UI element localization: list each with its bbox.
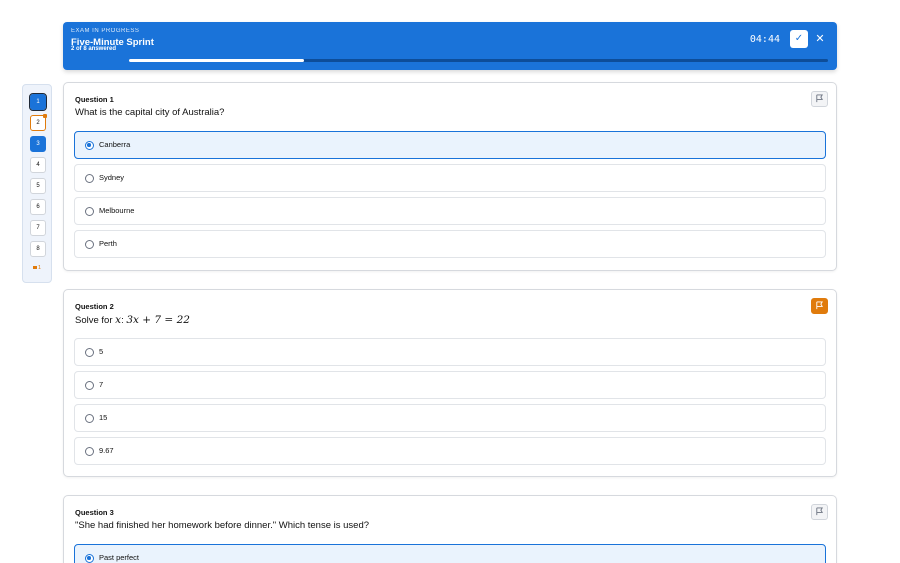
progress-bar-fill xyxy=(129,59,304,62)
answer-option[interactable]: Melbourne xyxy=(74,197,826,225)
answer-option[interactable]: 15 xyxy=(74,404,826,432)
flag-icon xyxy=(33,266,37,270)
question-number: Question 1 xyxy=(75,95,114,104)
nav-question-4[interactable]: 4 xyxy=(30,157,46,173)
check-icon: ✓ xyxy=(794,33,804,44)
question-number: Question 2 xyxy=(75,302,114,311)
nav-question-label: 2 xyxy=(36,120,40,126)
nav-question-label: 7 xyxy=(36,225,40,231)
answer-option[interactable]: Past perfect xyxy=(74,544,826,563)
nav-question-2[interactable]: 2 xyxy=(30,114,47,131)
radio-button xyxy=(85,381,94,390)
question-text: "She had finished her homework before di… xyxy=(75,520,370,531)
submit-button[interactable]: ✓ xyxy=(790,30,808,48)
answer-option[interactable]: 7 xyxy=(74,371,826,399)
close-button[interactable]: ✕ xyxy=(815,30,825,48)
option-label: Melbourne xyxy=(99,206,135,215)
flag-question-button[interactable] xyxy=(811,91,828,107)
flag-icon xyxy=(816,94,823,103)
question-card-3: Question 3 "She had finished her homewor… xyxy=(63,495,837,563)
flagged-count-value: 1 xyxy=(38,265,42,271)
flag-question-button[interactable] xyxy=(811,298,828,314)
close-icon: ✕ xyxy=(815,33,825,45)
flag-question-button[interactable] xyxy=(811,504,828,520)
exam-status-label: EXAM IN PROGRESS xyxy=(71,28,140,34)
answer-option[interactable]: Sydney xyxy=(74,164,826,192)
option-label: 15 xyxy=(99,413,108,422)
radio-button xyxy=(85,207,94,216)
nav-question-label: 3 xyxy=(36,141,40,147)
question-number: Question 3 xyxy=(75,508,114,517)
math-equation: 3x + 7 = 22 xyxy=(126,314,190,326)
nav-question-3[interactable]: 3 xyxy=(30,136,46,152)
exam-header: EXAM IN PROGRESS Five-Minute Sprint 2 of… xyxy=(63,22,837,70)
question-text: Solve for x: 3x + 7 = 22 xyxy=(75,314,190,326)
option-label: Past perfect xyxy=(99,553,140,562)
question-text-prefix: Solve for xyxy=(75,315,116,326)
option-label: Canberra xyxy=(99,140,131,149)
progress-bar xyxy=(129,59,828,62)
flag-indicator-icon xyxy=(43,114,47,118)
question-navigator: 1 2 3 4 5 6 7 8 1 xyxy=(22,84,52,283)
radio-button xyxy=(85,240,94,249)
flag-icon xyxy=(816,301,823,310)
nav-question-label: 6 xyxy=(36,204,40,210)
flag-icon xyxy=(816,507,823,516)
nav-question-5[interactable]: 5 xyxy=(30,178,46,194)
nav-question-label: 8 xyxy=(36,246,40,252)
question-card-1: Question 1 What is the capital city of A… xyxy=(63,82,837,271)
nav-question-1[interactable]: 1 xyxy=(29,93,47,111)
option-label: 5 xyxy=(99,347,104,356)
radio-button xyxy=(85,447,94,456)
question-text: What is the capital city of Australia? xyxy=(75,107,225,118)
option-label: Perth xyxy=(99,239,117,248)
option-label: Sydney xyxy=(99,173,125,182)
countdown-timer: 04:44 xyxy=(749,34,780,45)
radio-button xyxy=(85,174,94,183)
answer-option[interactable]: Perth xyxy=(74,230,826,258)
nav-question-label: 5 xyxy=(36,183,40,189)
option-label: 7 xyxy=(99,380,104,389)
option-label: 9.67 xyxy=(99,446,114,455)
nav-question-label: 1 xyxy=(36,99,40,105)
radio-button xyxy=(85,554,94,563)
answer-option[interactable]: 5 xyxy=(74,338,826,366)
radio-button xyxy=(85,141,94,150)
radio-button xyxy=(85,414,94,423)
nav-question-8[interactable]: 8 xyxy=(30,241,46,257)
nav-question-6[interactable]: 6 xyxy=(30,199,46,215)
nav-question-label: 4 xyxy=(36,162,40,168)
answer-option[interactable]: 9.67 xyxy=(74,437,826,465)
answered-count: 2 of 8 answered xyxy=(71,45,117,52)
flagged-count: 1 xyxy=(33,265,41,271)
answer-option[interactable]: Canberra xyxy=(74,131,826,159)
question-card-2: Question 2 Solve for x: 3x + 7 = 22 5 7 … xyxy=(63,289,837,477)
nav-question-7[interactable]: 7 xyxy=(30,220,46,236)
radio-button xyxy=(85,348,94,357)
